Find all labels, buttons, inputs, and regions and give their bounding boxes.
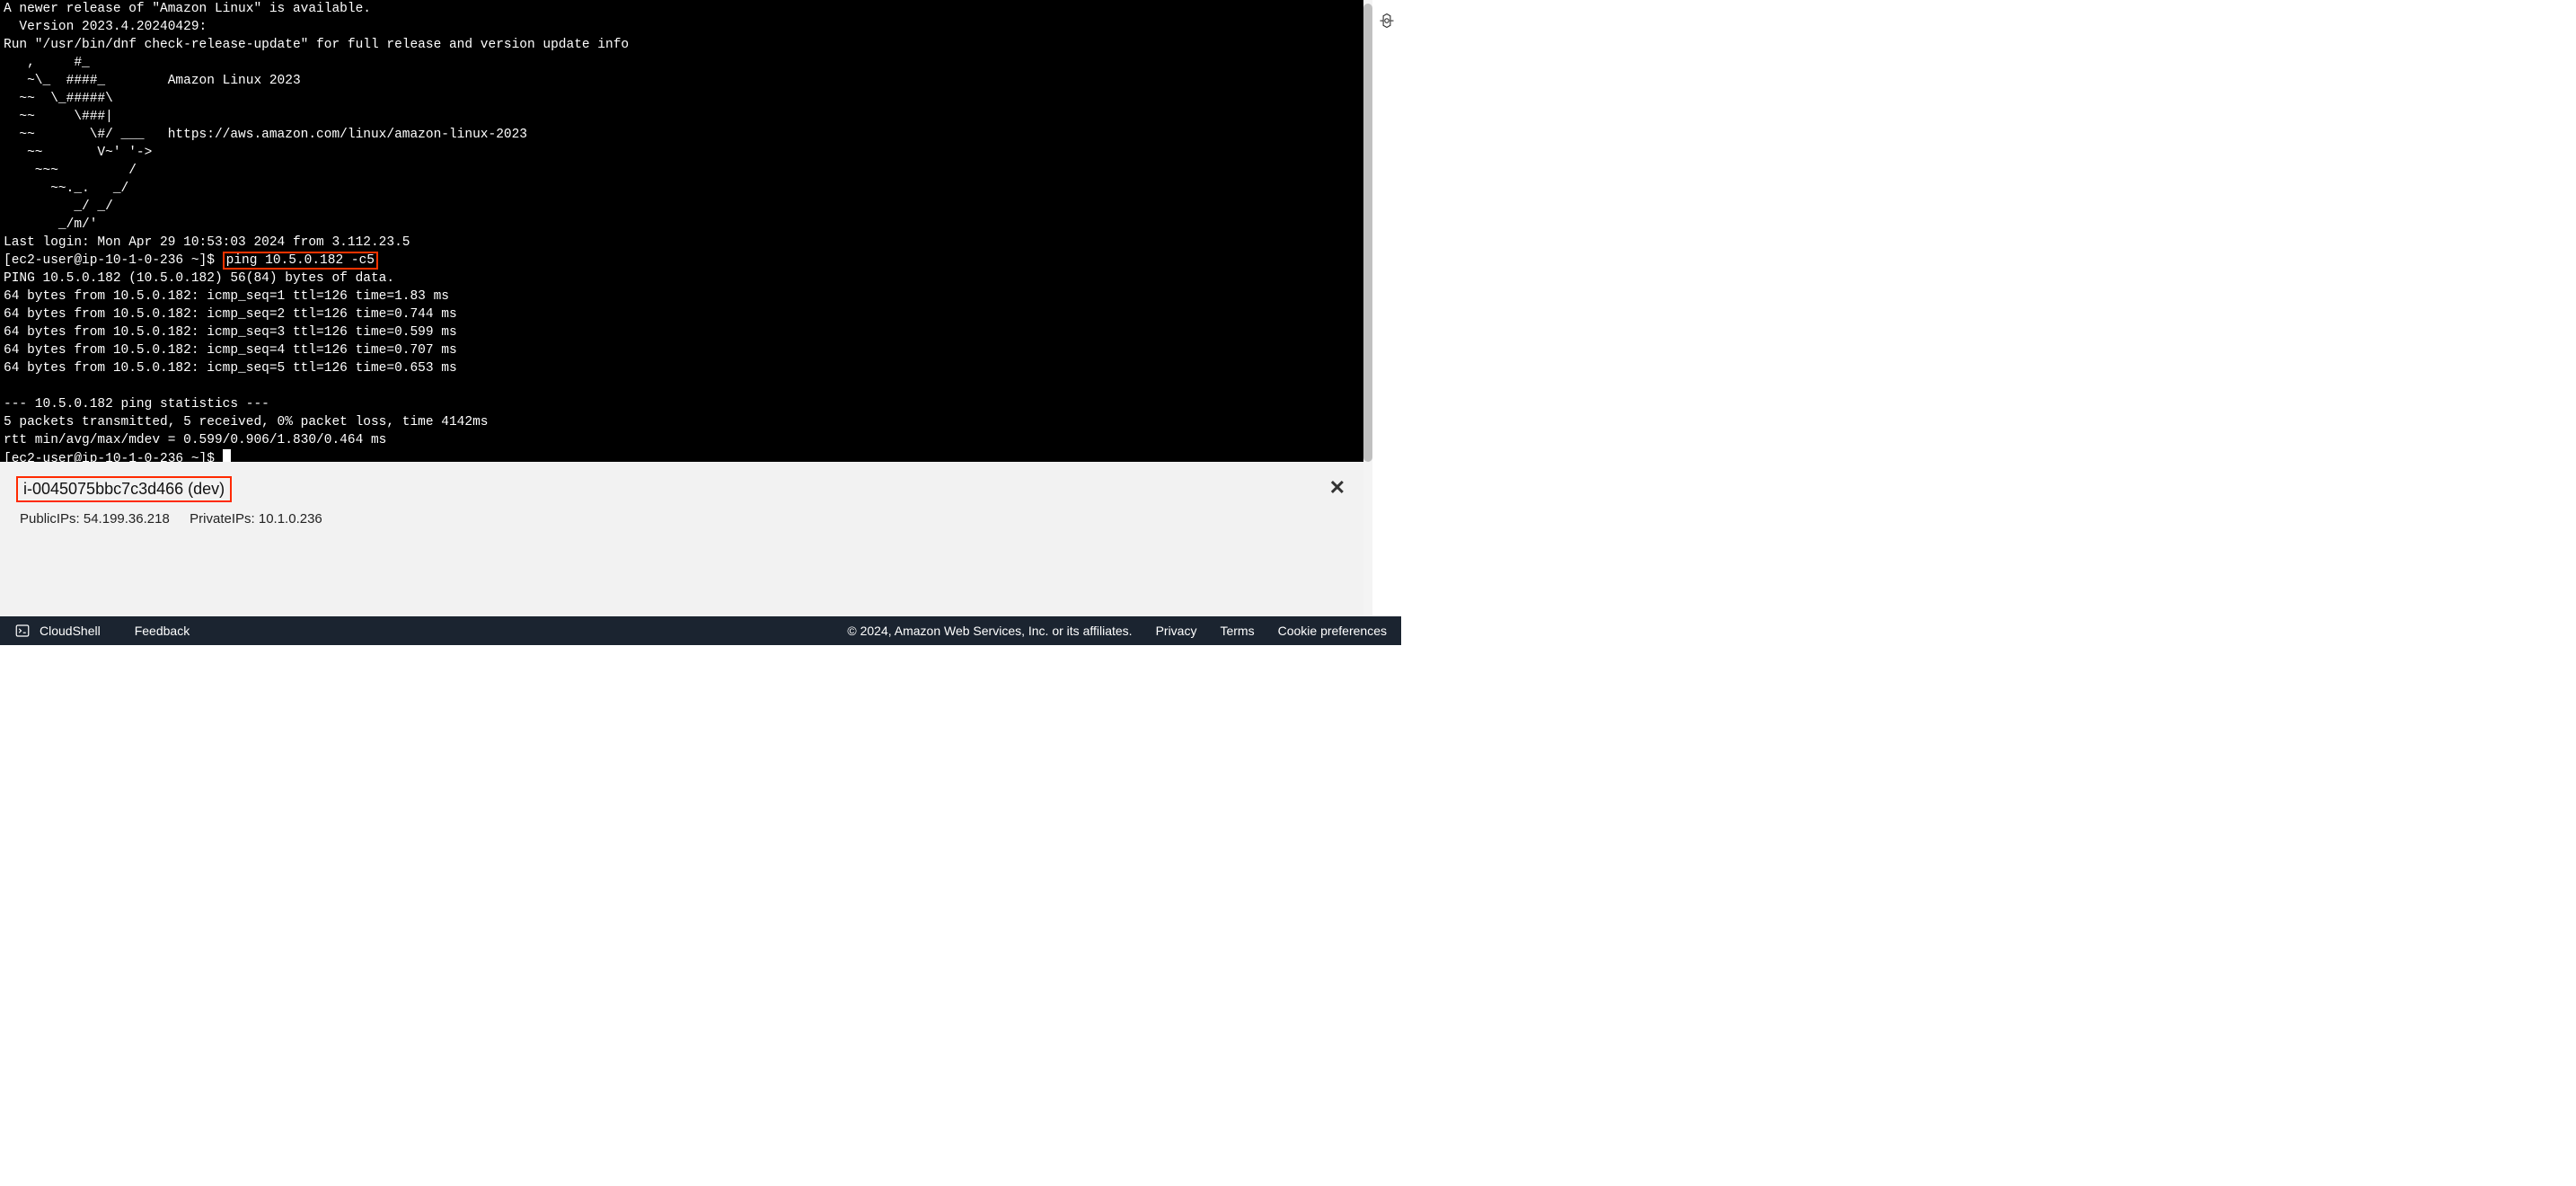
- ping-reply-line: 64 bytes from 10.5.0.182: icmp_seq=2 ttl…: [4, 307, 457, 322]
- cookie-preferences-link[interactable]: Cookie preferences: [1278, 624, 1387, 638]
- cloudshell-icon[interactable]: [14, 623, 31, 639]
- right-rail: [1372, 0, 1401, 620]
- ping-stats-header: --- 10.5.0.182 ping statistics ---: [4, 397, 269, 412]
- copyright-text: © 2024, Amazon Web Services, Inc. or its…: [847, 624, 1132, 638]
- ascii-art-line: _/ _/: [4, 199, 113, 214]
- terms-link[interactable]: Terms: [1220, 624, 1254, 638]
- terminal-line: Version 2023.4.20240429:: [4, 20, 207, 34]
- terminal-cursor: [223, 449, 231, 462]
- terminal-output[interactable]: A newer release of "Amazon Linux" is ava…: [0, 0, 1363, 462]
- ascii-art-line: ~\_ ####_ Amazon Linux 2023: [4, 74, 301, 88]
- ascii-art-line: ~~~ /: [4, 164, 137, 178]
- ascii-art-line: ~~ \#/ ___ https://aws.amazon.com/linux/…: [4, 128, 527, 142]
- highlighted-ping-command: ping 10.5.0.182 -c5: [223, 252, 378, 270]
- ascii-art-line: ~~ V~' '->: [4, 146, 152, 160]
- feedback-link[interactable]: Feedback: [135, 624, 190, 638]
- ascii-art-line: ~~._. _/: [4, 181, 128, 196]
- ip-address-line: PublicIPs: 54.199.36.218 PrivateIPs: 10.…: [20, 511, 1344, 527]
- ping-header: PING 10.5.0.182 (10.5.0.182) 56(84) byte…: [4, 271, 394, 286]
- highlighted-instance-id: i-0045075bbc7c3d466 (dev): [16, 476, 232, 502]
- close-panel-button[interactable]: ✕: [1329, 476, 1345, 500]
- public-ip-value: 54.199.36.218: [84, 511, 170, 527]
- terminal-line: A newer release of "Amazon Linux" is ava…: [4, 2, 371, 16]
- public-ips-label: PublicIPs:: [20, 511, 80, 527]
- private-ip-value: 10.1.0.236: [259, 511, 322, 527]
- ascii-art-line: ~~ \_#####\: [4, 92, 113, 106]
- instance-info-panel: i-0045075bbc7c3d466 (dev) PublicIPs: 54.…: [0, 462, 1363, 620]
- ascii-art-line: _/m/': [4, 217, 97, 232]
- privacy-link[interactable]: Privacy: [1156, 624, 1197, 638]
- ping-reply-line: 64 bytes from 10.5.0.182: icmp_seq=3 ttl…: [4, 325, 457, 340]
- ping-stats-line: 5 packets transmitted, 5 received, 0% pa…: [4, 415, 489, 429]
- ping-stats-line: rtt min/avg/max/mdev = 0.599/0.906/1.830…: [4, 433, 386, 447]
- last-login-line: Last login: Mon Apr 29 10:53:03 2024 fro…: [4, 235, 410, 250]
- console-footer: CloudShell Feedback © 2024, Amazon Web S…: [0, 616, 1401, 645]
- scrollbar-thumb[interactable]: [1363, 4, 1372, 462]
- close-icon: ✕: [1329, 476, 1345, 499]
- settings-icon[interactable]: [1379, 13, 1395, 620]
- ping-reply-line: 64 bytes from 10.5.0.182: icmp_seq=4 ttl…: [4, 343, 457, 358]
- ping-reply-line: 64 bytes from 10.5.0.182: icmp_seq=5 ttl…: [4, 361, 457, 376]
- shell-prompt: [ec2-user@ip-10-1-0-236 ~]$: [4, 253, 223, 268]
- cloudshell-link[interactable]: CloudShell: [40, 624, 101, 638]
- ping-reply-line: 64 bytes from 10.5.0.182: icmp_seq=1 ttl…: [4, 289, 449, 304]
- private-ips-label: PrivateIPs:: [190, 511, 255, 527]
- ascii-art-line: ~~ \###|: [4, 110, 113, 124]
- vertical-scrollbar[interactable]: [1363, 0, 1372, 620]
- shell-prompt: [ec2-user@ip-10-1-0-236 ~]$: [4, 452, 223, 462]
- terminal-line: Run "/usr/bin/dnf check-release-update" …: [4, 38, 629, 52]
- ascii-art-line: , #_: [4, 56, 90, 70]
